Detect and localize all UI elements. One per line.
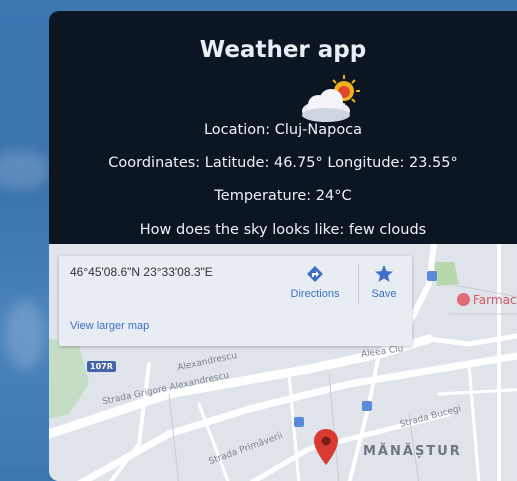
sky-text: How does the sky looks like: few clouds: [139, 222, 427, 238]
pharmacy-icon: [457, 293, 470, 306]
temperature-text: Temperature: 24°C: [214, 188, 352, 204]
pharmacy-label: Farmac: [473, 293, 517, 307]
map-coordinates: 46°45'08.6"N 23°33'08.3"E: [70, 265, 213, 279]
bus-stop-icon[interactable]: [427, 271, 437, 281]
road-number-badge: 107R: [87, 361, 116, 372]
app-title: Weather app: [199, 37, 367, 63]
pharmacy-poi[interactable]: Farmac: [457, 293, 517, 307]
directions-icon: [307, 266, 323, 282]
save-label: Save: [371, 288, 397, 300]
embedded-map[interactable]: Strada Grigore Alexandrescu Alexandrescu…: [49, 244, 517, 481]
view-larger-map-link[interactable]: View larger map: [70, 320, 149, 332]
save-button[interactable]: Save: [364, 264, 404, 300]
bus-stop-icon[interactable]: [362, 401, 372, 411]
weather-card: Weather app Location: Cluj-Napoca Coordi…: [49, 11, 517, 481]
star-icon: [375, 265, 393, 282]
directions-button[interactable]: Directions: [285, 264, 345, 300]
bus-stop-icon[interactable]: [294, 417, 304, 427]
map-info-box: 46°45'08.6"N 23°33'08.3"E Directions Sav…: [59, 256, 412, 346]
coordinates-text: Coordinates: Latitude: 46.75° Longitude:…: [108, 155, 458, 171]
location-pin-icon[interactable]: [314, 429, 338, 465]
location-text: Location: Cluj-Napoca: [203, 122, 363, 138]
district-label: MĂNĂȘTUR: [363, 444, 462, 459]
action-divider: [358, 264, 359, 304]
few-clouds-icon: [302, 75, 360, 122]
directions-label: Directions: [290, 288, 340, 300]
